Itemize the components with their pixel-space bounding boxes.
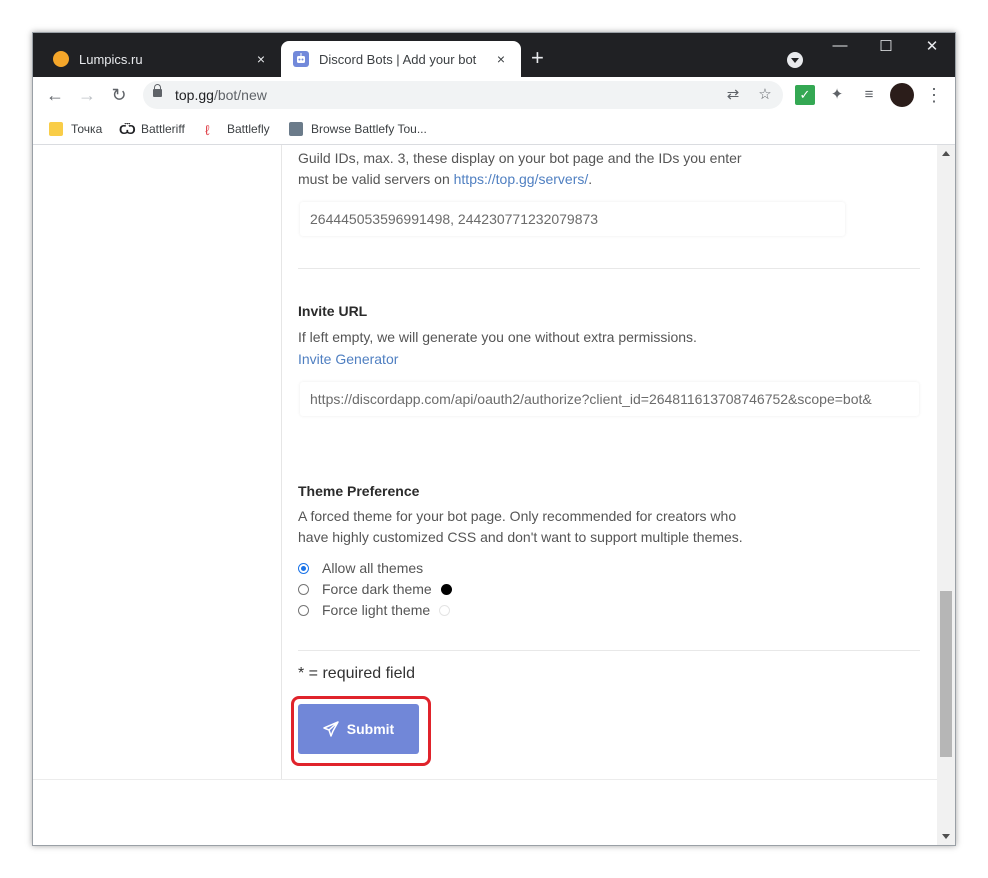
guild-desc-period: . — [588, 171, 593, 187]
url-text[interactable]: top.gg/bot/new — [175, 87, 267, 103]
discord-favicon-icon — [293, 51, 309, 67]
bookmark-label: Browse Battlefy Tou... — [311, 122, 427, 136]
radio-button[interactable] — [298, 604, 309, 616]
extension-check-icon[interactable]: ✓ — [795, 85, 815, 105]
bookmark-label: Точка — [71, 122, 103, 136]
tab-title: Discord Bots | Add your bot — [319, 51, 477, 67]
scroll-up-arrow-icon[interactable] — [942, 151, 950, 156]
lumpics-favicon-icon — [53, 51, 69, 67]
radio-label: Force dark theme — [322, 581, 432, 597]
new-tab-button[interactable]: + — [531, 47, 544, 69]
dark-swatch-icon — [440, 583, 452, 595]
battleriff-icon: Ѿ — [119, 122, 136, 137]
bookmark-battleriff[interactable]: Ѿ Battleriff — [119, 120, 185, 138]
url-path: /bot/new — [213, 87, 267, 103]
radio-allow-all-themes[interactable]: Allow all themes — [298, 558, 423, 578]
theme-desc-line-1: A forced theme for your bot page. Only r… — [298, 508, 737, 524]
guild-ids-input[interactable]: 264445053596991498, 244230771232079873 — [300, 202, 845, 236]
browser-toolbar: ← → ↻ top.gg/bot/new ⇄ ☆ ✓ ✦ ≡ ⋮ — [33, 77, 955, 113]
divider — [298, 268, 920, 269]
light-swatch-icon — [439, 604, 451, 616]
guild-desc-line-1: Guild IDs, max. 3, these display on your… — [298, 150, 742, 166]
submit-label: Submit — [346, 721, 395, 737]
bookmark-battlefy[interactable]: Browse Battlefy Tou... — [289, 120, 427, 138]
battlefly-icon: ℓ — [205, 122, 210, 138]
invite-url-heading: Invite URL — [298, 303, 368, 319]
servers-link[interactable]: https://top.gg/servers/ — [454, 171, 589, 187]
theme-description: A forced theme for your bot page. Only r… — [298, 506, 743, 548]
bookmark-star-icon[interactable]: ☆ — [755, 85, 775, 105]
close-tab-icon[interactable]: × — [491, 51, 511, 67]
battlefy-icon — [289, 122, 303, 136]
translate-icon[interactable]: ⇄ — [723, 85, 743, 105]
chrome-menu-icon[interactable]: ⋮ — [924, 85, 944, 105]
theme-preference-heading: Theme Preference — [298, 483, 420, 499]
guild-desc-line-2: must be valid servers on https://top.gg/… — [298, 169, 742, 190]
forward-button[interactable]: → — [75, 83, 99, 107]
minimize-button[interactable]: — — [817, 37, 863, 54]
tab-discord-bots[interactable]: Discord Bots | Add your bot × — [281, 41, 521, 77]
tab-strip: Lumpics.ru × Discord Bots | Add your bot… — [33, 33, 955, 77]
scrollbar-thumb[interactable] — [940, 591, 952, 757]
url-domain: top.gg — [175, 87, 214, 103]
radio-button[interactable] — [298, 583, 309, 595]
left-panel — [33, 145, 282, 779]
invite-generator-link[interactable]: Invite Generator — [298, 351, 398, 367]
tab-lumpics[interactable]: Lumpics.ru × — [41, 41, 281, 77]
address-bar[interactable]: top.gg/bot/new ⇄ ☆ — [143, 81, 783, 109]
folder-icon — [49, 122, 63, 136]
profile-avatar[interactable] — [890, 83, 914, 107]
bookmark-tochka[interactable]: Точка — [49, 120, 102, 138]
tab-title: Lumpics.ru — [79, 51, 143, 67]
maximize-button[interactable]: ☐ — [863, 37, 909, 55]
theme-desc-line-2: have highly customized CSS and don't wan… — [298, 529, 743, 545]
scroll-down-arrow-icon[interactable] — [942, 834, 950, 839]
required-field-note: * = required field — [298, 665, 415, 682]
tab-search-dropdown-icon[interactable] — [787, 52, 803, 68]
reload-button[interactable]: ↻ — [107, 83, 131, 107]
guild-desc-text: must be valid servers on — [298, 171, 454, 187]
invite-url-input[interactable]: https://discordapp.com/api/oauth2/author… — [300, 382, 919, 416]
divider — [298, 650, 920, 651]
vertical-scrollbar[interactable] — [937, 145, 955, 845]
bookmarks-bar: Точка Ѿ Battleriff ℓ Battlefly Browse Ba… — [33, 113, 955, 145]
bookmark-label: Battleriff — [141, 122, 185, 136]
page-footer-divider — [33, 779, 937, 780]
guild-ids-description: Guild IDs, max. 3, these display on your… — [298, 148, 742, 190]
invite-url-description: If left empty, we will generate you one … — [298, 329, 697, 345]
page-viewport: Guild IDs, max. 3, these display on your… — [33, 145, 937, 845]
submit-button[interactable]: Submit — [298, 704, 419, 754]
media-control-icon[interactable]: ≡ — [859, 85, 879, 105]
bookmark-battlefly[interactable]: ℓ Battlefly — [205, 120, 270, 138]
radio-label: Allow all themes — [322, 560, 424, 576]
browser-window: Lumpics.ru × Discord Bots | Add your bot… — [32, 32, 956, 846]
radio-force-light-theme[interactable]: Force light theme — [298, 600, 451, 620]
close-tab-icon[interactable]: × — [251, 51, 271, 67]
paper-plane-icon — [323, 721, 339, 737]
radio-label: Force light theme — [322, 602, 431, 618]
radio-button[interactable] — [298, 562, 309, 574]
extensions-puzzle-icon[interactable]: ✦ — [827, 85, 847, 105]
bookmark-label: Battlefly — [227, 122, 270, 136]
back-button[interactable]: ← — [43, 83, 67, 107]
radio-force-dark-theme[interactable]: Force dark theme — [298, 579, 452, 599]
close-window-button[interactable]: ✕ — [909, 37, 955, 55]
lock-icon[interactable] — [153, 84, 162, 97]
